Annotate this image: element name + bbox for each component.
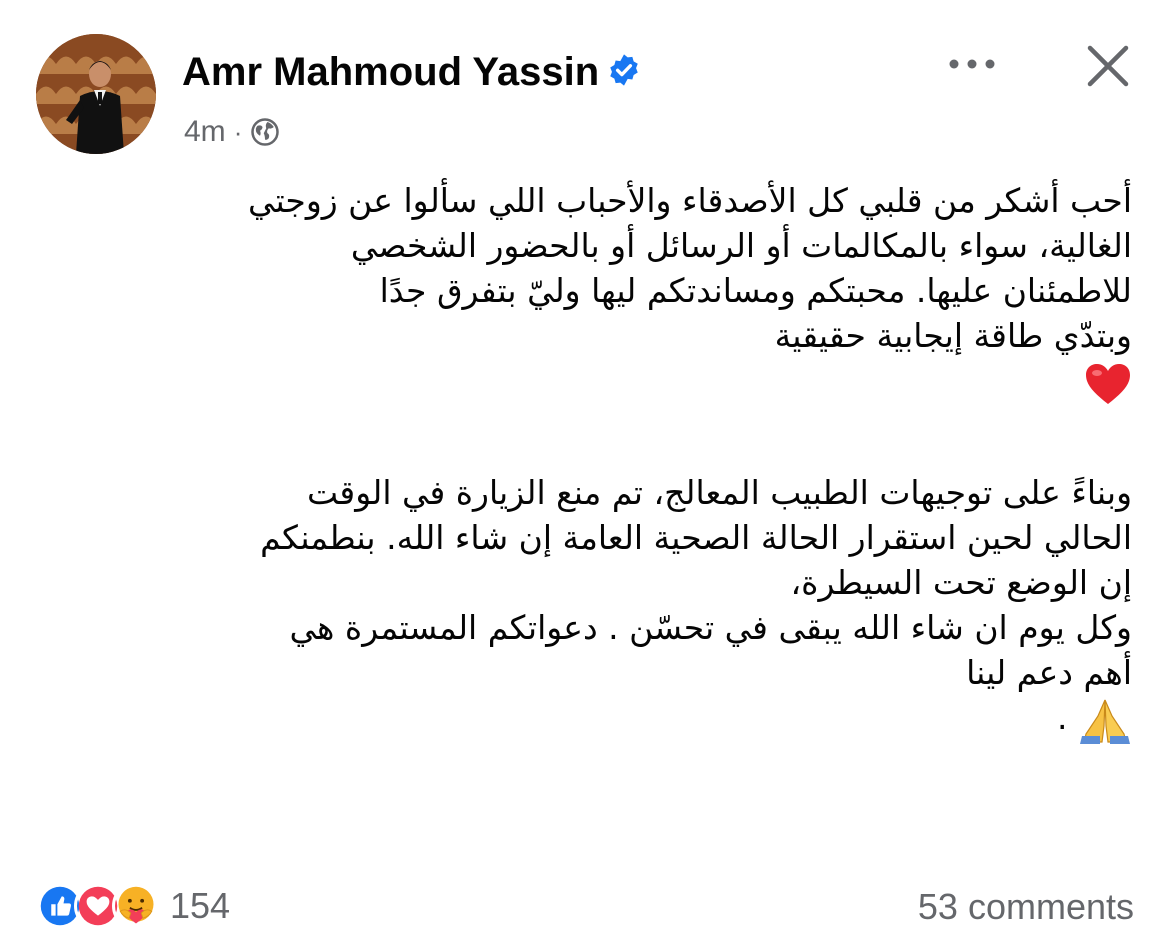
author-avatar[interactable]: [36, 34, 156, 154]
avatar-image: [36, 34, 156, 154]
folded-hands-icon: [1080, 699, 1130, 744]
meta-separator: ·: [233, 117, 243, 147]
final-dot: .: [1057, 698, 1068, 737]
pray-line: .: [36, 695, 1132, 744]
post-line: إن الوضع تحت السيطرة،: [790, 563, 1132, 602]
post-meta: 4m ·: [184, 114, 280, 150]
close-button[interactable]: [1080, 38, 1136, 94]
post-header: Amr Mahmoud Yassin 4m ·: [36, 34, 1134, 156]
post-line: الغالية، سواء بالمكالمات أو الرسائل أو ب…: [350, 226, 1132, 265]
verified-badge-icon: [610, 54, 638, 87]
globe-icon[interactable]: [250, 117, 280, 147]
post-line: وكل يوم ان شاء الله يبقى في تحسّن . دعوا…: [289, 608, 1132, 647]
post-text: أحب أشكر من قلبي كل الأصدقاء والأحباب ال…: [36, 178, 1132, 744]
comments-count-link[interactable]: 53 comments: [918, 886, 1134, 928]
post-line: أحب أشكر من قلبي كل الأصدقاء والأحباب ال…: [247, 181, 1132, 220]
more-options-button[interactable]: [942, 44, 1002, 84]
author-name[interactable]: Amr Mahmoud Yassin: [182, 50, 599, 94]
post-line: الحالي لحين استقرار الحالة الصحية العامة…: [260, 518, 1132, 557]
post-line: أهم دعم لينا: [966, 653, 1132, 692]
care-icon: [112, 882, 160, 930]
post-line: وبتدّي طاقة إيجابية حقيقية: [774, 316, 1132, 355]
reaction-count: 154: [170, 885, 231, 926]
post-time[interactable]: 4m: [184, 114, 226, 150]
post-paragraph-1: أحب أشكر من قلبي كل الأصدقاء والأحباب ال…: [36, 178, 1132, 417]
reactions-summary[interactable]: 154: [36, 882, 230, 930]
author-name-row: Amr Mahmoud Yassin: [182, 48, 641, 96]
post-line: للاطمئنان عليها. محبتكم ومساندتكم ليها و…: [379, 271, 1132, 310]
red-heart-icon: [1086, 364, 1130, 404]
heart-line: [36, 358, 1132, 417]
post-line: وبناءً على توجيهات الطبيب المعالج، تم من…: [307, 473, 1132, 512]
post-paragraph-2: وبناءً على توجيهات الطبيب المعالج، تم من…: [36, 470, 1132, 744]
post-footer: 154 53 comments: [36, 876, 1134, 938]
